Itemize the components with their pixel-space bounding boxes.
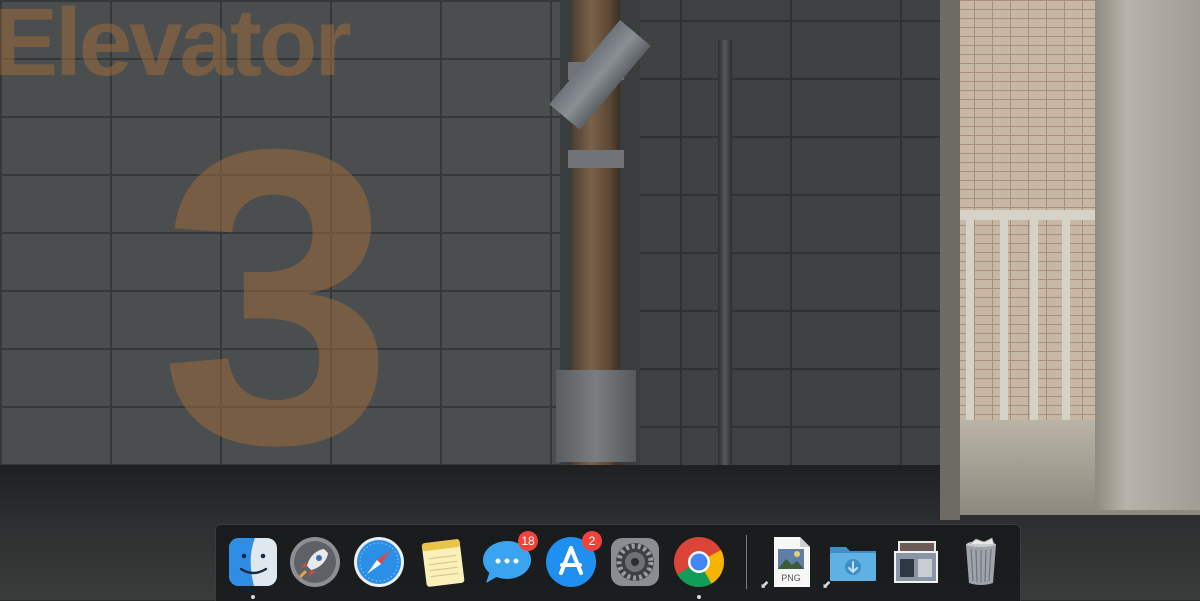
railing-post xyxy=(1062,220,1070,420)
photo-stack-icon xyxy=(894,541,938,583)
dock-file-png[interactable]: PNG ⬋ xyxy=(760,535,818,591)
running-indicator xyxy=(697,595,701,599)
railing-post xyxy=(1000,220,1008,420)
trash-icon xyxy=(966,537,996,585)
dock-app-finder[interactable] xyxy=(226,535,280,599)
download-folder-icon xyxy=(830,547,876,581)
dock-app-app-store[interactable]: 2 xyxy=(544,531,602,589)
dock-app-notes[interactable] xyxy=(416,535,470,589)
finder-icon xyxy=(229,538,277,586)
pipe-box xyxy=(556,370,636,462)
railing-post xyxy=(966,220,974,420)
dock-app-system-preferences[interactable] xyxy=(608,535,662,589)
dock-app-launchpad[interactable] xyxy=(288,535,342,589)
pipe-band xyxy=(568,150,624,168)
dock-trash[interactable] xyxy=(954,535,1008,589)
notepad-icon xyxy=(421,539,465,587)
file-type-label: PNG xyxy=(781,573,801,583)
dock-app-messages[interactable]: 18 xyxy=(480,531,538,589)
chrome-icon xyxy=(674,537,725,587)
running-indicator xyxy=(251,595,255,599)
dock-app-chrome[interactable] xyxy=(672,535,726,599)
dock: 18 2 PNG ⬋ ⬋ xyxy=(215,524,1021,601)
compass-icon xyxy=(354,537,404,587)
door-frame xyxy=(940,0,960,520)
desktop-wallpaper: Elevator 3 xyxy=(0,0,1200,600)
railing xyxy=(958,210,1096,220)
gear-icon xyxy=(611,538,659,586)
elevator-sign-number: 3 xyxy=(160,63,394,532)
alias-arrow-icon: ⬋ xyxy=(822,579,832,591)
dock-separator xyxy=(746,535,747,589)
dock-app-safari[interactable] xyxy=(352,535,406,589)
dock-folder-downloads[interactable]: ⬋ xyxy=(822,535,880,591)
rocket-icon xyxy=(290,537,340,587)
notification-badge: 18 xyxy=(518,531,538,551)
conduit-pipe xyxy=(718,40,732,520)
open-door xyxy=(1095,0,1200,510)
railing-post xyxy=(1030,220,1038,420)
dock-stack-photos[interactable] xyxy=(890,535,944,589)
alias-arrow-icon: ⬋ xyxy=(760,579,770,591)
brick-wall-middle xyxy=(640,0,940,470)
notification-badge: 2 xyxy=(582,531,602,551)
